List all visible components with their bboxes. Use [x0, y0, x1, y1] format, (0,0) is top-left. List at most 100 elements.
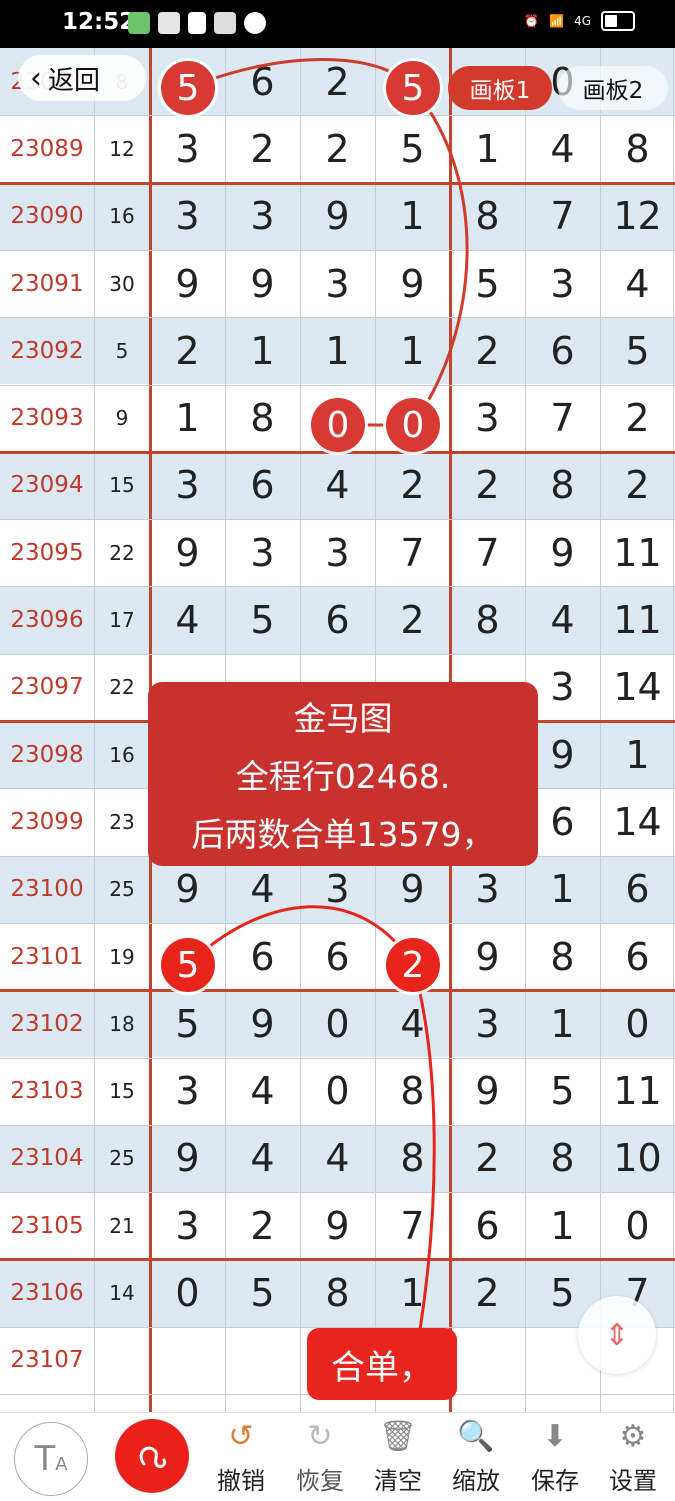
pen-stroke-icon — [139, 1446, 166, 1468]
grid-line — [600, 48, 601, 1412]
grid-line — [0, 519, 675, 521]
number-cell: 3 — [175, 194, 200, 239]
number-cell: 1 — [625, 732, 650, 777]
text-tool-button[interactable]: TA — [14, 1422, 88, 1496]
number-cell: 11 — [613, 1069, 662, 1114]
zoom-button[interactable]: 🔍 缩放 — [437, 1412, 515, 1500]
expand-vertical-icon: ⇕ — [604, 1317, 630, 1353]
clear-label: 清空 — [374, 1467, 422, 1495]
number-cell: 8 — [325, 1271, 350, 1316]
download-icon: ⬇ — [542, 1418, 568, 1454]
annotation-note: 金马图 全程行02468. 后两数合单13579， — [148, 682, 538, 866]
number-cell: 7 — [475, 530, 500, 575]
sum-value: 22 — [109, 540, 135, 565]
number-cell: 5 — [475, 261, 500, 306]
number-cell: 9 — [250, 261, 275, 306]
number-cell: 6 — [250, 59, 275, 104]
table-row: 23104 25 9 4 4 8 2 8 10 — [0, 1124, 675, 1193]
number-cell: 0 — [325, 1069, 350, 1114]
zoom-icon: 🔍 — [457, 1418, 495, 1454]
number-cell: 3 — [175, 1203, 200, 1248]
number-cell: 2 — [475, 328, 500, 373]
table-row: 23106 14 0 5 8 1 2 5 7 — [0, 1259, 675, 1327]
table-row: 23103 15 3 4 0 8 9 5 11 — [0, 1057, 675, 1125]
marked-number: 5 — [161, 61, 215, 115]
tab-canvas-2[interactable]: 画板2 — [558, 66, 668, 110]
clear-button[interactable]: 🗑 清空 — [359, 1412, 437, 1500]
issue-number: 23090 — [10, 203, 84, 230]
number-cell: 8 — [550, 934, 575, 979]
redo-icon: ↻ — [307, 1418, 333, 1454]
number-cell: 4 — [250, 1069, 275, 1114]
undo-button[interactable]: ↺ 撤销 — [202, 1412, 280, 1500]
number-cell: 1 — [250, 328, 275, 373]
undo-label: 撤销 — [217, 1467, 265, 1495]
app-icon — [128, 12, 150, 34]
settings-label: 设置 — [609, 1467, 657, 1495]
table-row: 23094 15 3 6 4 2 2 8 2 — [0, 451, 675, 520]
number-cell: 5 — [400, 126, 425, 171]
number-cell: 4 — [400, 1001, 425, 1046]
sum-value: 25 — [109, 1146, 135, 1171]
number-cell: 8 — [550, 463, 575, 508]
number-cell: 12 — [613, 194, 662, 239]
issue-number: 23091 — [10, 270, 84, 297]
number-cell: 3 — [175, 126, 200, 171]
sum-value: 30 — [109, 271, 135, 296]
number-cell: 1 — [400, 1271, 425, 1316]
redo-button[interactable]: ↻ 恢复 — [281, 1412, 359, 1500]
issue-number: 23098 — [10, 741, 84, 768]
number-cell: 1 — [475, 126, 500, 171]
number-cell: 8 — [475, 598, 500, 643]
tab-canvas-1[interactable]: 画板1 — [448, 66, 552, 110]
note-line: 全程行02468. — [235, 757, 451, 796]
number-cell: 5 — [250, 1271, 275, 1316]
grid-line — [94, 48, 95, 1412]
back-button[interactable]: ‹ 返回 — [18, 55, 146, 101]
number-cell: 4 — [550, 598, 575, 643]
number-cell: 9 — [475, 1069, 500, 1114]
number-cell: 2 — [250, 1203, 275, 1248]
table-row: 23101195662986 — [0, 922, 675, 991]
table-row: 23096 17 4 5 6 2 8 4 11 — [0, 586, 675, 654]
scroll-toggle-button[interactable]: ⇕ — [578, 1296, 656, 1374]
number-cell: 1 — [175, 396, 200, 441]
number-cell: 14 — [613, 799, 662, 844]
number-cell: 6 — [325, 934, 350, 979]
number-cell: 6 — [250, 463, 275, 508]
grid-line — [0, 1124, 675, 1126]
number-cell: 8 — [625, 126, 650, 171]
grid-line — [0, 384, 675, 386]
number-cell: 9 — [550, 530, 575, 575]
save-button[interactable]: ⬇ 保存 — [516, 1412, 594, 1500]
notification-icons — [128, 12, 266, 34]
sum-value: 19 — [109, 944, 135, 969]
number-cell: 2 — [175, 328, 200, 373]
trash-icon: 🗑 — [378, 1418, 418, 1454]
number-cell: 1 — [325, 328, 350, 373]
number-cell: 3 — [475, 396, 500, 441]
number-cell: 9 — [325, 1203, 350, 1248]
number-cell: 3 — [475, 1001, 500, 1046]
app-icon — [214, 12, 236, 34]
number-cell: 7 — [400, 530, 425, 575]
settings-button[interactable]: ⚙ 设置 — [594, 1412, 672, 1500]
issue-number: 23092 — [10, 337, 84, 364]
sum-value: 9 — [115, 406, 129, 431]
number-cell: 3 — [175, 1069, 200, 1114]
save-label: 保存 — [531, 1467, 579, 1495]
redo-label: 恢复 — [296, 1467, 344, 1495]
issue-number: 23101 — [10, 943, 84, 970]
number-cell: 9 — [175, 530, 200, 575]
annotation-note-small: 合单， — [307, 1328, 457, 1400]
number-cell: 6 — [475, 1203, 500, 1248]
number-cell: 2 — [325, 59, 350, 104]
number-cell: 4 — [325, 463, 350, 508]
issue-number: 23089 — [10, 135, 84, 162]
status-bar: 12:52 ⏰ 📶 4G — [0, 0, 675, 48]
number-cell: 2 — [325, 126, 350, 171]
draw-tool-button[interactable] — [115, 1419, 189, 1493]
number-cell: 8 — [400, 1136, 425, 1181]
table-row: 23090 16 3 3 9 1 8 7 12 — [0, 182, 675, 250]
table-row: 23102 18 5 9 0 4 3 1 0 — [0, 990, 675, 1058]
